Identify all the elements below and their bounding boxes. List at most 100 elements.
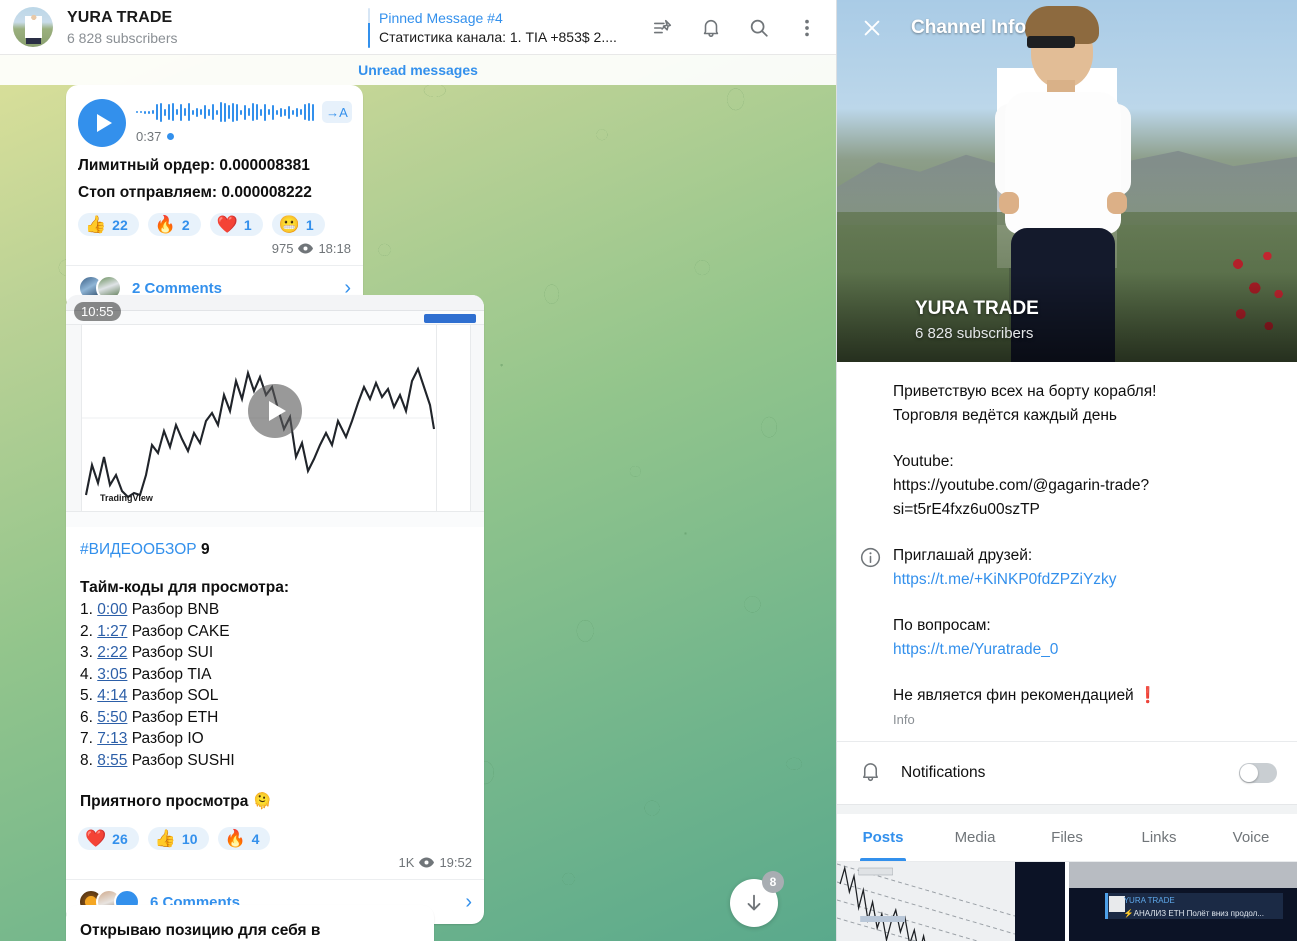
timecode-index: 6. [80,708,98,726]
reaction-chip[interactable]: ❤️ 1 [209,213,263,236]
voice-waveform[interactable] [136,99,314,125]
video-message-time: 19:52 [439,855,472,870]
timecode-text: Разбор BNB [127,601,220,618]
pinned-message[interactable]: Pinned Message #4 Статистика канала: 1. … [368,8,617,48]
video-play-button[interactable] [248,384,302,438]
voice-comments-label: 2 Comments [132,279,223,297]
scroll-to-bottom-button[interactable]: 8 [730,871,784,927]
waveform-bar [248,108,250,116]
waveform-bar [200,109,202,115]
tab-voice[interactable]: Voice [1205,814,1297,861]
channel-name: YURA TRADE [67,8,173,26]
timecode-link[interactable]: 7:13 [97,730,127,747]
play-triangle-icon [269,401,286,421]
more-options-icon[interactable] [794,15,820,41]
info-circle-icon [859,544,893,727]
waveform-bar [152,110,154,114]
pinned-messages-icon[interactable] [650,15,676,41]
notifications-toggle[interactable] [1239,763,1277,783]
reaction-chip[interactable]: ❤️ 26 [78,827,139,850]
waveform-bar [140,111,142,113]
telegram-window: YURA TRADE 6 828 subscribers Pinned Mess… [0,0,1297,941]
media-thumb-channel: YURA TRADE [1123,896,1175,906]
waveform-bar [300,109,302,115]
reaction-count: 22 [112,216,128,233]
channel-info-tabs: Posts Media Files Links Voice [837,814,1297,862]
svg-text:TradingView: TradingView [100,493,154,503]
about-youtube-label: Youtube: [893,453,954,470]
timecode-text: Разбор TIA [127,665,212,683]
thumb-window-titlebar [66,295,484,311]
reaction-count: 10 [181,830,198,847]
waveform-bar [168,104,170,120]
voice-message-line-2: Стоп отправляем: 0.000008222 [78,184,312,201]
transcribe-voice-button[interactable]: →A [322,101,352,123]
timecode-link[interactable]: 3:05 [97,666,127,683]
video-thumbnail[interactable]: TradingView 10:55 [66,295,484,527]
timecode-link[interactable]: 8:55 [97,752,127,769]
timecode-link[interactable]: 4:14 [97,687,127,704]
waveform-bar [312,103,314,121]
timecode-link[interactable]: 2:22 [97,644,127,661]
waveform-bar [188,103,190,121]
reaction-chip[interactable]: 👍 10 [147,827,209,850]
reaction-count: 1 [243,216,252,233]
notifications-row[interactable]: Notifications [837,742,1297,804]
timecodes-header: Тайм-коды для просмотра: [80,579,289,596]
voice-play-button[interactable] [78,99,126,147]
timecode-index: 7. [80,730,98,747]
close-icon[interactable] [859,15,885,41]
media-thumb-avatar [1108,896,1125,913]
channel-header-meta[interactable]: YURA TRADE 6 828 subscribers [67,9,178,46]
timecode-row: 7. 7:13 Разбор IO [80,728,470,750]
hashtag-link[interactable]: #ВИДЕООБЗОР [80,541,197,558]
about-spacer [893,662,1267,684]
tab-links[interactable]: Links [1113,814,1205,861]
waveform-bar [280,107,282,117]
tab-files[interactable]: Files [1021,814,1113,861]
channel-avatar[interactable] [13,7,53,47]
channel-info-topbar: Channel Info [837,0,1297,56]
reaction-chip[interactable]: 🔥 4 [217,827,271,850]
views-eye-icon [298,243,314,254]
timecode-index: 4. [80,665,98,683]
views-eye-icon [419,857,435,868]
media-preview-grid: YURA TRADE ⚡АНАЛИЗ ETH Полёт вниз продол… [837,862,1297,941]
tab-media[interactable]: Media [929,814,1021,861]
timecode-link[interactable]: 5:50 [97,709,127,726]
waveform-bar [184,108,186,116]
video-caption-title: #ВИДЕООБЗОР 9 [80,539,470,561]
tab-posts[interactable]: Posts [837,814,929,861]
header-actions [650,0,820,55]
reaction-count: 4 [251,830,260,847]
voice-duration: 0:37 [136,129,162,144]
search-icon[interactable] [746,15,772,41]
pinned-indicator-bar [368,8,370,48]
chat-column: YURA TRADE 6 828 subscribers Pinned Mess… [0,0,836,941]
video-caption: #ВИДЕООБЗОР 9 Тайм-коды для просмотра: 1… [66,527,484,813]
about-questions-label: По вопросам: [893,617,991,634]
timecode-link[interactable]: 0:00 [97,601,127,618]
channel-hero-photo[interactable]: Channel Info YURA TRADE 6 828 subscriber… [837,0,1297,362]
timecode-link[interactable]: 1:27 [97,623,127,640]
waveform-bar [224,102,226,122]
unread-count-badge: 8 [762,871,784,893]
reaction-chip[interactable]: 👍 22 [78,213,139,236]
reaction-chip[interactable]: 🔥 2 [147,213,201,236]
hero-subscribers: 6 828 subscribers [915,325,1034,342]
message-voice: →A 0:37 Лимитный ордер: 0.000008381 Стоп… [66,85,363,310]
mute-bell-icon[interactable] [698,15,724,41]
about-questions-url[interactable]: https://t.me/Yuratrade_0 [893,638,1267,662]
timecode-text: Разбор SUI [127,644,214,661]
unread-messages-label: Unread messages [358,62,478,78]
waveform-bar [272,104,274,120]
video-message-footer: 1K 19:52 [66,852,484,879]
waveform-bar [204,105,206,119]
reaction-chip[interactable]: 😬 1 [271,213,325,236]
media-thumbnail[interactable] [837,862,1065,941]
timecode-index: 1. [80,601,98,618]
about-invite-url[interactable]: https://t.me/+KiNKP0fdZPZiYzky [893,568,1267,592]
timecode-text: Разбор CAKE [127,622,230,640]
about-spacer [893,592,1267,614]
media-thumbnail[interactable]: YURA TRADE ⚡АНАЛИЗ ETH Полёт вниз продол… [1069,862,1297,941]
